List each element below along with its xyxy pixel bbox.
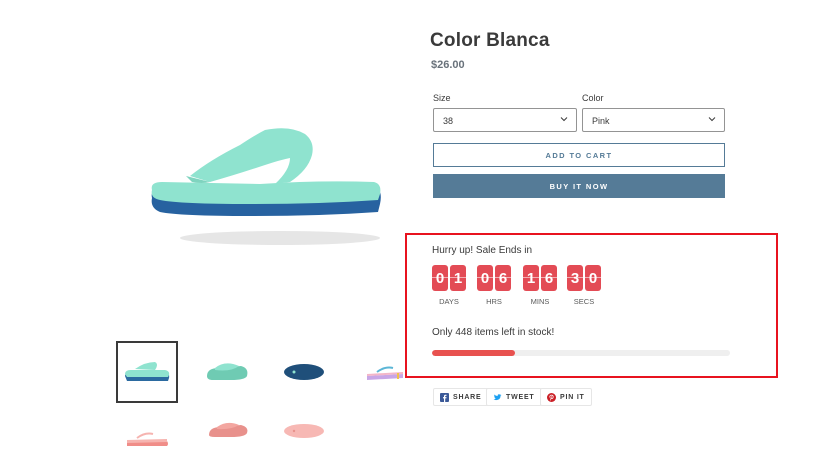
- thumbnail-5[interactable]: [116, 407, 178, 453]
- countdown-label-minutes: MINS: [530, 297, 550, 306]
- thumbnail-6[interactable]: [196, 400, 258, 453]
- thumbnail-7[interactable]: [273, 400, 335, 453]
- countdown-digit: 6: [495, 265, 511, 291]
- countdown-minutes: 1 6: [523, 265, 557, 291]
- product-price: $26.00: [431, 59, 465, 71]
- stock-progress-bar: [432, 350, 730, 356]
- countdown-digit: 0: [432, 265, 448, 291]
- pin-it-button[interactable]: PIN IT: [540, 388, 592, 406]
- countdown-label-days: DAYS: [439, 297, 459, 306]
- countdown-digit: 1: [523, 265, 539, 291]
- pink-sole-flip-flop-icon: [284, 424, 324, 438]
- facebook-icon: [440, 392, 449, 402]
- color-select-value: Pink: [592, 116, 610, 126]
- thumbnail-1[interactable]: [116, 341, 178, 403]
- mint-flip-flop-icon: [125, 362, 170, 381]
- navy-flip-flop-icon: [284, 364, 324, 380]
- chevron-down-icon: [560, 115, 568, 123]
- countdown-label-seconds: SECS: [573, 297, 595, 306]
- share-facebook-button[interactable]: SHARE: [433, 388, 489, 406]
- product-title: Color Blanca: [430, 30, 550, 51]
- pin-it-label: PIN IT: [560, 393, 585, 401]
- product-main-image: [140, 120, 390, 255]
- countdown-digit: 3: [567, 265, 583, 291]
- chevron-down-icon: [708, 115, 716, 123]
- countdown-hours: 0 6: [477, 265, 511, 291]
- thumbnail-2[interactable]: [196, 341, 258, 403]
- countdown-digit: 1: [450, 265, 466, 291]
- sale-heading: Hurry up! Sale Ends in: [432, 245, 533, 256]
- stock-message: Only 448 items left in stock!: [432, 327, 555, 338]
- share-label: SHARE: [453, 393, 482, 401]
- countdown-days: 0 1: [432, 265, 466, 291]
- sandal-image: [151, 128, 381, 245]
- sale-countdown-box: Hurry up! Sale Ends in 0 1 DAYS 0 6 HRS …: [405, 233, 778, 378]
- striped-flip-flop-icon: [367, 366, 403, 380]
- thumbnail-3[interactable]: [273, 341, 335, 403]
- countdown-digit: 6: [541, 265, 557, 291]
- countdown-seconds: 3 0: [567, 265, 601, 291]
- size-select[interactable]: 38: [433, 108, 577, 132]
- tweet-button[interactable]: TWEET: [486, 388, 542, 406]
- color-label: Color: [582, 93, 604, 103]
- twitter-icon: [493, 393, 502, 402]
- mint-slide-icon: [207, 363, 248, 380]
- pinterest-icon: [547, 392, 556, 402]
- size-select-value: 38: [443, 116, 454, 126]
- pink-slide-icon: [209, 422, 248, 437]
- pink-flip-flop-icon: [127, 432, 168, 446]
- size-label: Size: [433, 93, 451, 103]
- tweet-label: TWEET: [506, 393, 535, 401]
- countdown-digit: 0: [585, 265, 601, 291]
- countdown-label-hours: HRS: [486, 297, 502, 306]
- add-to-cart-button[interactable]: ADD TO CART: [433, 143, 725, 167]
- countdown-digit: 0: [477, 265, 493, 291]
- stock-progress-fill: [432, 350, 516, 356]
- buy-it-now-button[interactable]: BUY IT NOW: [433, 174, 725, 198]
- color-select[interactable]: Pink: [582, 108, 725, 132]
